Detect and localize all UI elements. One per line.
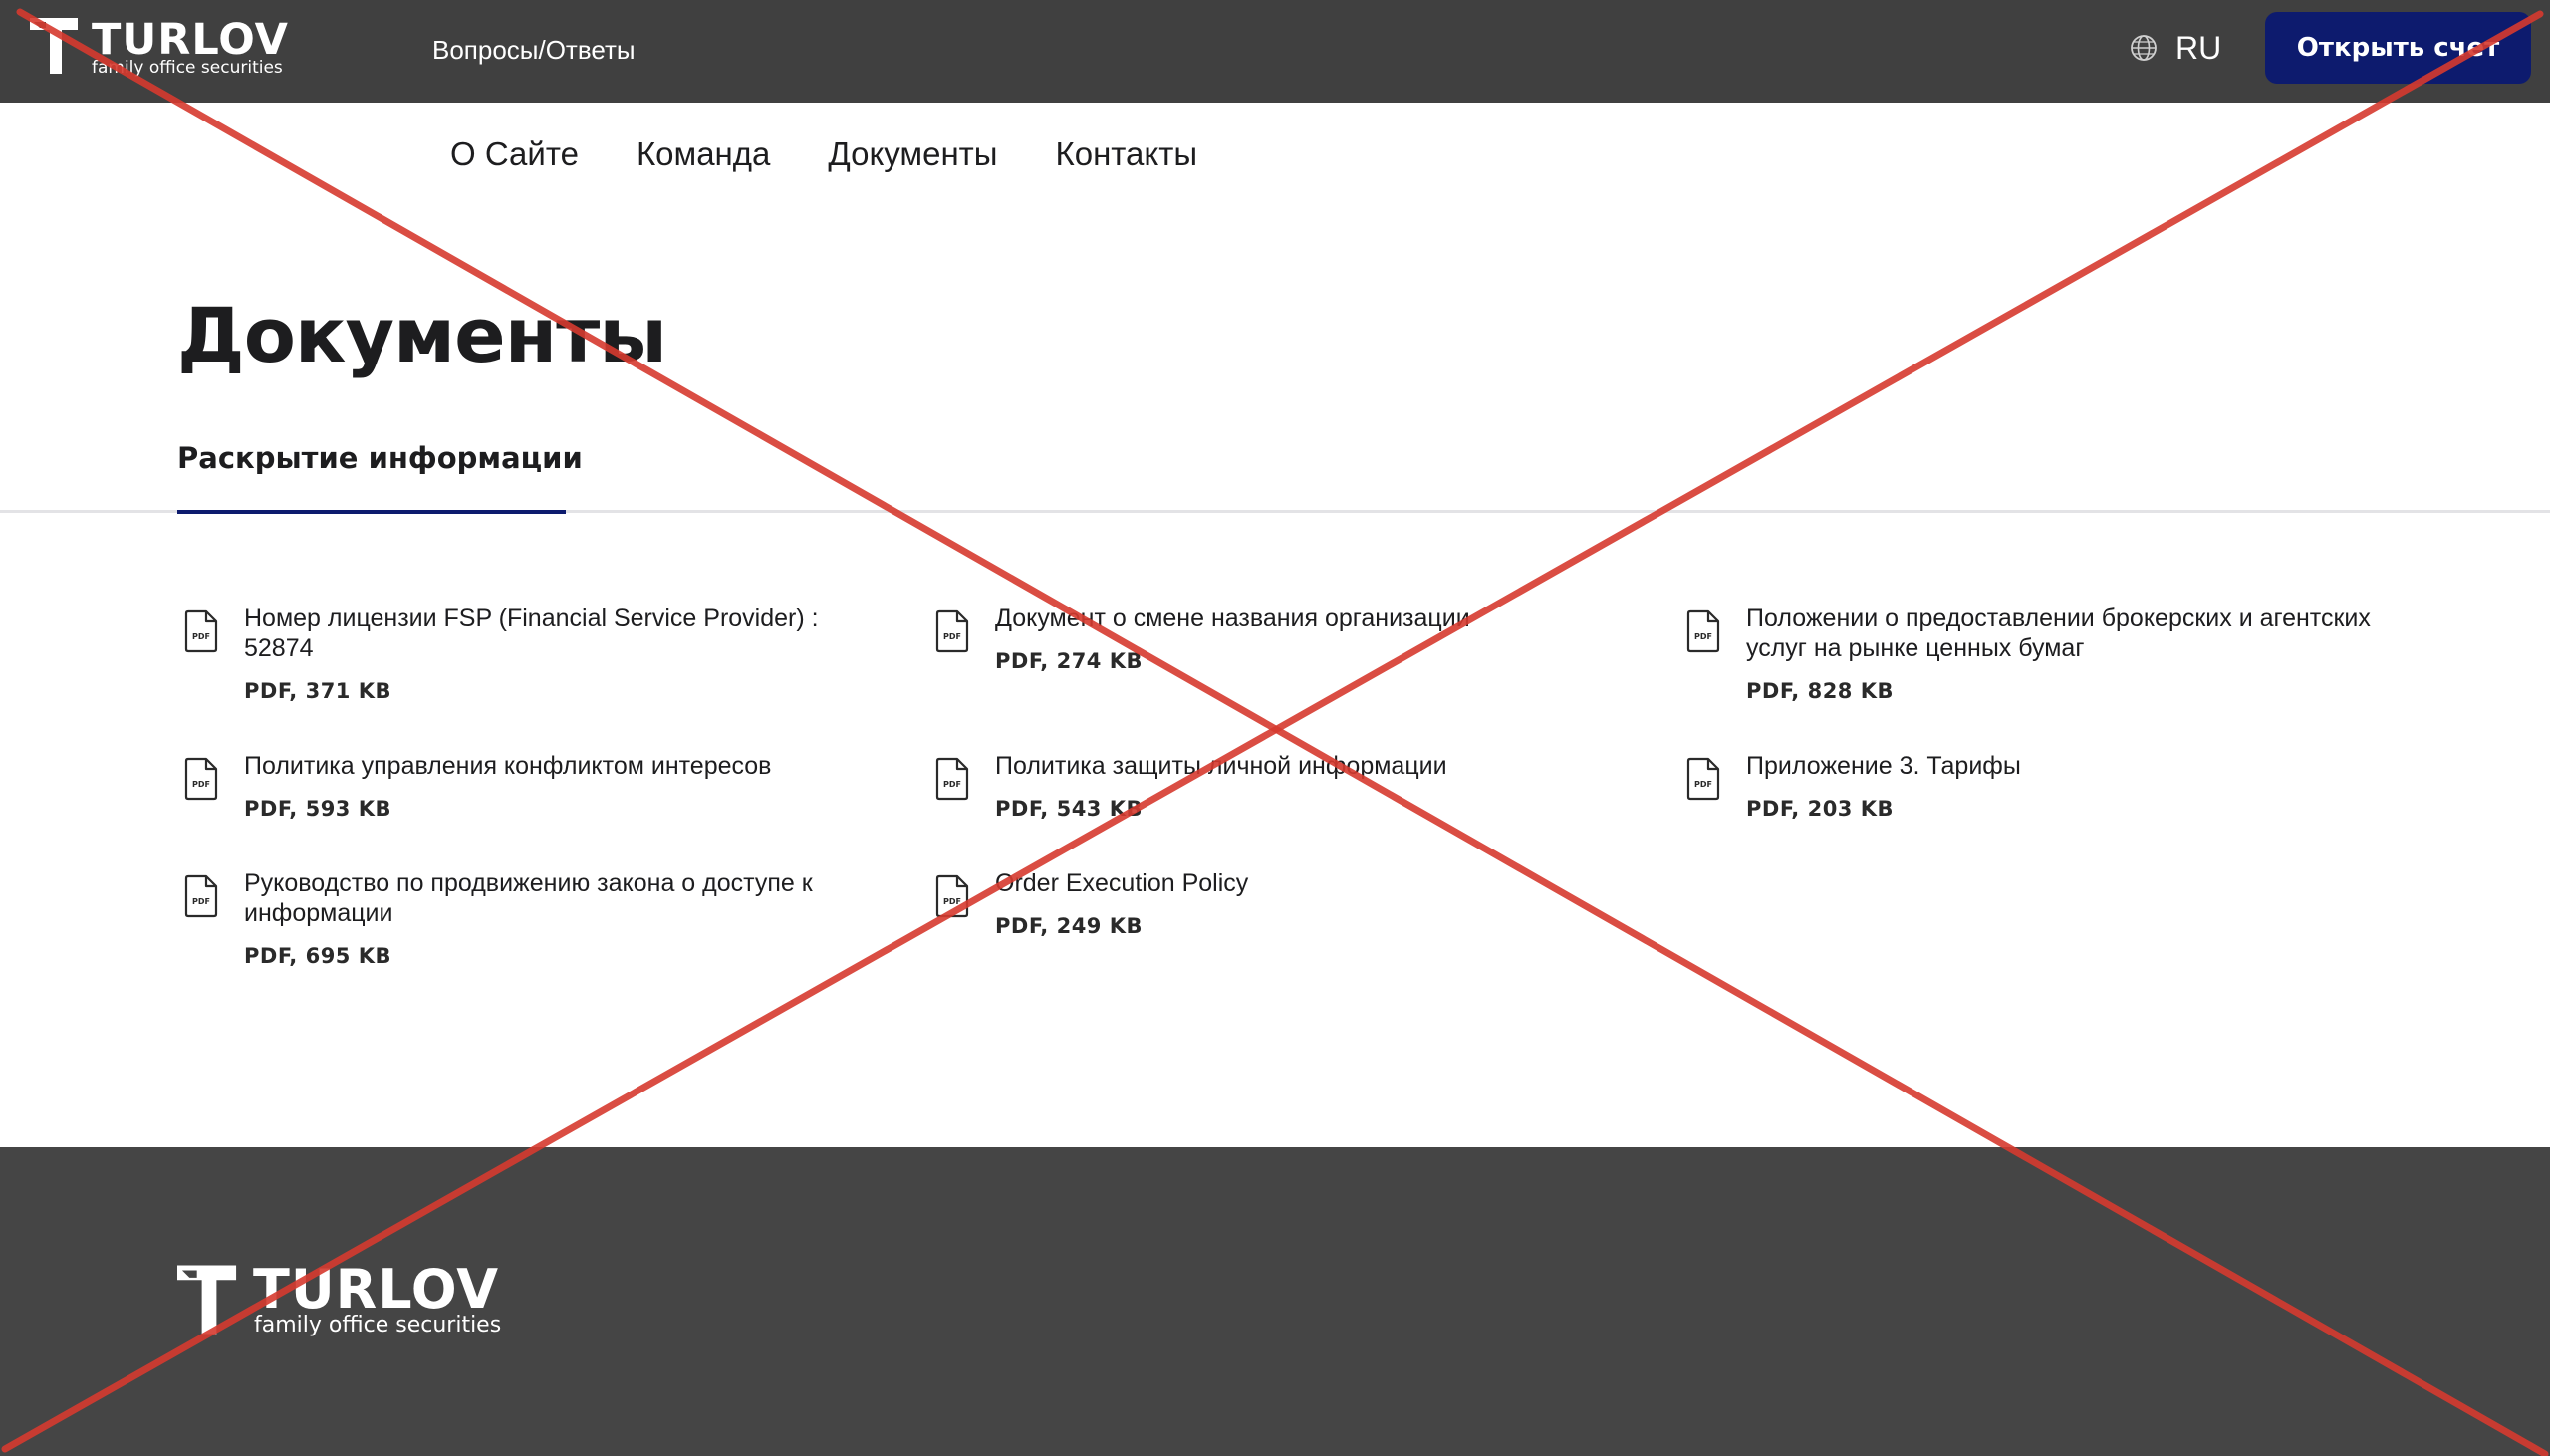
pdf-badge: PDF xyxy=(192,632,210,641)
document-meta: PDF, 695 KB xyxy=(244,944,392,968)
turlov-logo-icon xyxy=(177,1265,237,1335)
logo-wordmark: TURLOV xyxy=(92,15,289,65)
nav-item-team[interactable]: Команда xyxy=(637,132,770,176)
turlov-logo-icon xyxy=(30,18,78,74)
nav-item-about[interactable]: О Сайте xyxy=(450,132,579,176)
logo-tagline: family office securities xyxy=(254,1313,502,1337)
pdf-file-icon: PDF xyxy=(935,609,969,653)
pdf-file-icon: PDF xyxy=(1686,609,1720,653)
pdf-badge: PDF xyxy=(943,632,961,641)
nav-item-contacts[interactable]: Контакты xyxy=(1056,132,1198,176)
pdf-badge: PDF xyxy=(943,780,961,789)
document-meta: PDF, 543 KB xyxy=(995,797,1144,821)
pdf-badge: PDF xyxy=(192,897,210,906)
tab-disclosure[interactable]: Раскрытие информации xyxy=(177,438,583,514)
header-logo[interactable]: TURLOV family office securities xyxy=(30,15,299,78)
sub-navigation: О Сайте Команда Документы Контакты xyxy=(450,132,1197,176)
pdf-badge: PDF xyxy=(1694,632,1712,641)
pdf-file-icon: PDF xyxy=(184,609,218,653)
document-title: Политика защиты личной информации xyxy=(995,752,1447,780)
pdf-file-icon: PDF xyxy=(935,757,969,801)
document-title: Руководство по продвижению закона о дост… xyxy=(244,869,813,927)
footer-logo[interactable]: TURLOV family office securities xyxy=(177,1261,506,1344)
logo-wordmark: TURLOV xyxy=(253,1258,499,1321)
pdf-badge: PDF xyxy=(192,780,210,789)
document-title: Положении о предоставлении брокерских и … xyxy=(1746,605,2371,662)
pdf-badge: PDF xyxy=(943,897,961,906)
pdf-file-icon: PDF xyxy=(184,874,218,918)
document-meta: PDF, 593 KB xyxy=(244,797,392,821)
pdf-file-icon: PDF xyxy=(184,757,218,801)
pdf-file-icon: PDF xyxy=(935,874,969,918)
nav-item-documents[interactable]: Документы xyxy=(828,132,997,176)
pdf-file-icon: PDF xyxy=(1686,757,1720,801)
document-meta: PDF, 828 KB xyxy=(1746,679,1895,703)
globe-icon xyxy=(2131,35,2157,61)
top-header: TURLOV family office securities Вопросы/… xyxy=(0,0,2550,103)
page-title: Документы xyxy=(177,291,667,379)
document-meta: PDF, 371 KB xyxy=(244,679,392,703)
logo-tagline: family office securities xyxy=(92,58,283,78)
document-meta: PDF, 274 KB xyxy=(995,649,1144,673)
tab-label: Раскрытие информации xyxy=(177,441,583,475)
document-title: Номер лицензии FSP (Financial Service Pr… xyxy=(244,605,819,662)
document-title: Приложение 3. Тарифы xyxy=(1746,752,2021,780)
document-title: Политика управления конфликтом интересов xyxy=(244,752,772,780)
document-title: Документ о смене названия организации xyxy=(995,605,1470,632)
page-footer: TURLOV family office securities xyxy=(0,1147,2550,1456)
faq-link[interactable]: Вопросы/Ответы xyxy=(432,34,636,66)
document-meta: PDF, 249 KB xyxy=(995,914,1144,938)
document-meta: PDF, 203 KB xyxy=(1746,797,1895,821)
language-label: RU xyxy=(2175,30,2222,66)
pdf-badge: PDF xyxy=(1694,780,1712,789)
document-title: Order Execution Policy xyxy=(995,869,1249,897)
open-account-button[interactable]: Открыть счет xyxy=(2265,12,2531,84)
language-switcher[interactable]: RU xyxy=(2130,26,2221,70)
